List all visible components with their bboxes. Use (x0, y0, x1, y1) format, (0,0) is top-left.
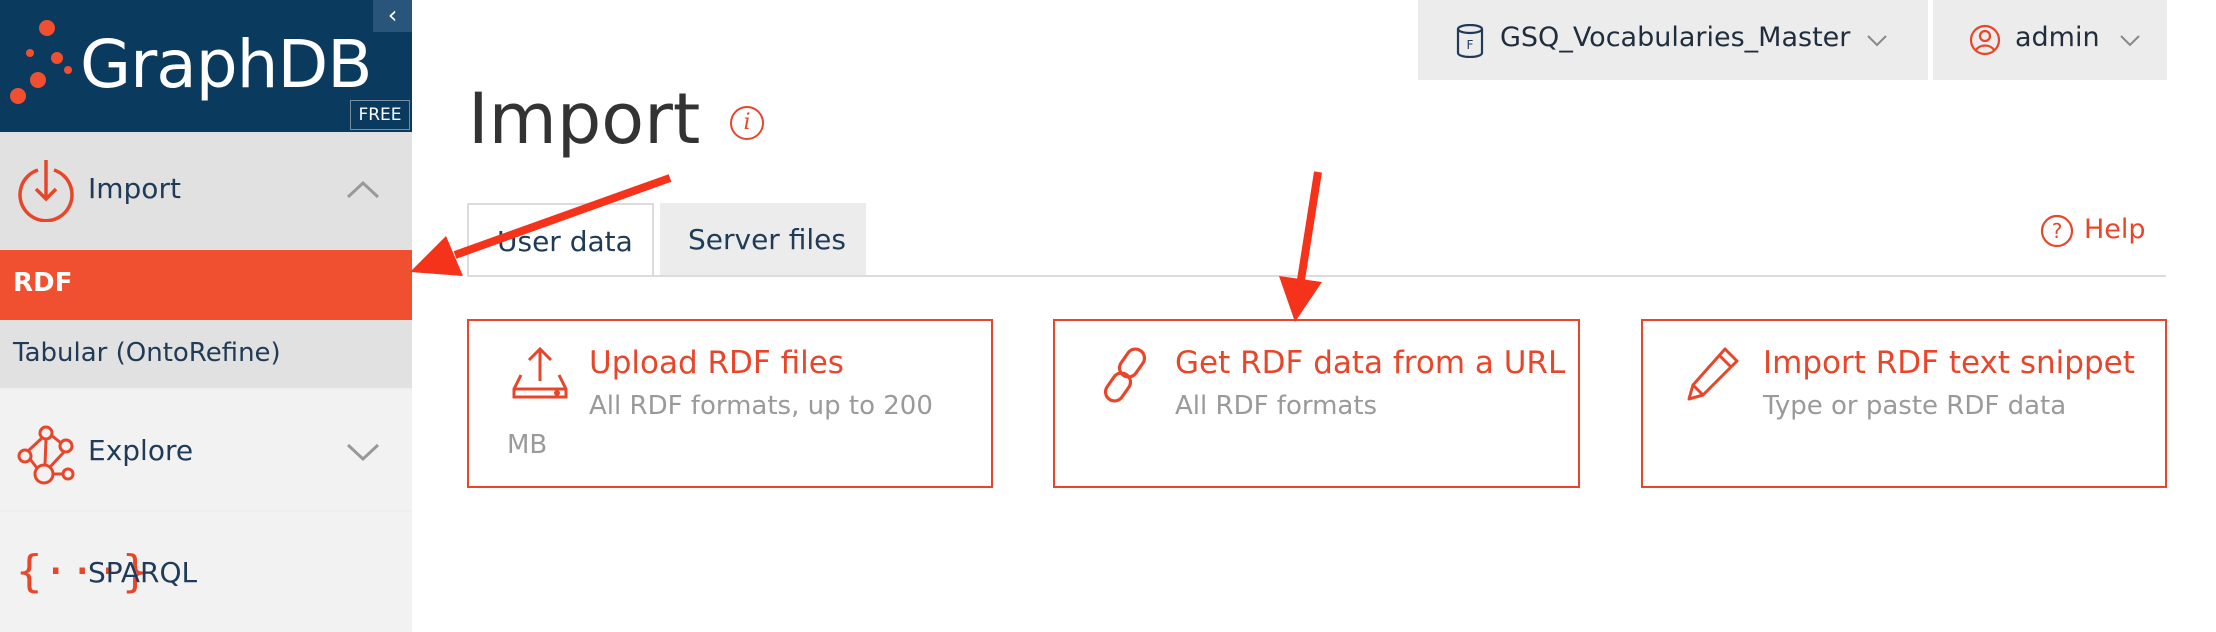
sidebar-item-import[interactable]: Import (0, 132, 412, 250)
tab-user-data[interactable]: User data (467, 203, 654, 276)
card-subtitle: MB (507, 430, 548, 460)
svg-text:?: ? (2052, 219, 2063, 243)
card-title: Import RDF text snippet (1763, 345, 2135, 381)
pencil-icon (1687, 347, 1739, 401)
chevron-down-icon (2120, 35, 2140, 47)
sidebar-item-label: Explore (88, 434, 194, 467)
tab-server-files[interactable]: Server files (660, 203, 866, 276)
sidebar-subitem-label: RDF (13, 268, 73, 298)
annotation-arrow-to-url-card (1279, 171, 1322, 322)
explore-icon (17, 425, 75, 485)
sidebar-subitem-rdf[interactable]: RDF (0, 250, 412, 320)
graphdb-logo-icon (10, 20, 72, 104)
repository-name: GSQ_Vocabularies_Master (1500, 22, 1851, 53)
user-icon (1969, 24, 2001, 56)
sidebar-collapse-button[interactable]: ‹ (373, 0, 412, 32)
help-label: Help (2084, 214, 2146, 245)
sidebar-item-sparql[interactable]: {···} SPARQL (0, 512, 412, 632)
edition-badge: FREE (350, 100, 410, 130)
sidebar-item-label: SPARQL (88, 556, 198, 589)
info-icon[interactable]: i (730, 106, 764, 140)
user-menu[interactable]: admin (1933, 0, 2167, 80)
database-icon: F (1456, 24, 1484, 58)
card-subtitle: All RDF formats, up to 200 (589, 391, 933, 421)
sidebar: GraphDB ‹ FREE Import RDF Tabular (OntoR… (0, 0, 412, 632)
card-title: Upload RDF files (589, 345, 844, 381)
repository-selector[interactable]: F GSQ_Vocabularies_Master (1418, 0, 1928, 80)
get-rdf-from-url-card[interactable]: Get RDF data from a URL All RDF formats (1053, 319, 1580, 488)
brand-name: GraphDB (80, 26, 373, 103)
chevron-down-icon[interactable] (345, 442, 381, 462)
tab-label: User data (497, 225, 633, 258)
sidebar-item-explore[interactable]: Explore (0, 390, 412, 510)
chevron-down-icon (1867, 35, 1887, 47)
username: admin (2015, 22, 2100, 53)
import-rdf-text-snippet-card[interactable]: Import RDF text snippet Type or paste RD… (1641, 319, 2167, 488)
help-icon: ? (2040, 214, 2074, 248)
link-icon (1103, 347, 1147, 403)
card-subtitle: All RDF formats (1175, 391, 1378, 421)
card-subtitle: Type or paste RDF data (1763, 391, 2067, 421)
chevron-up-icon[interactable] (345, 180, 381, 200)
page-title: Import (468, 78, 701, 160)
tab-divider (467, 275, 2166, 277)
import-icon (18, 160, 74, 222)
sidebar-subitem-tabular[interactable]: Tabular (OntoRefine) (0, 320, 412, 388)
card-title: Get RDF data from a URL (1175, 345, 1566, 381)
upload-icon (512, 346, 568, 399)
sidebar-item-label: Import (88, 172, 181, 205)
upload-rdf-files-card[interactable]: Upload RDF files All RDF formats, up to … (467, 319, 993, 488)
logo[interactable]: GraphDB ‹ FREE (0, 0, 412, 132)
svg-text:F: F (1467, 38, 1474, 52)
sidebar-subitem-label: Tabular (OntoRefine) (13, 338, 281, 368)
tab-label: Server files (688, 223, 846, 256)
